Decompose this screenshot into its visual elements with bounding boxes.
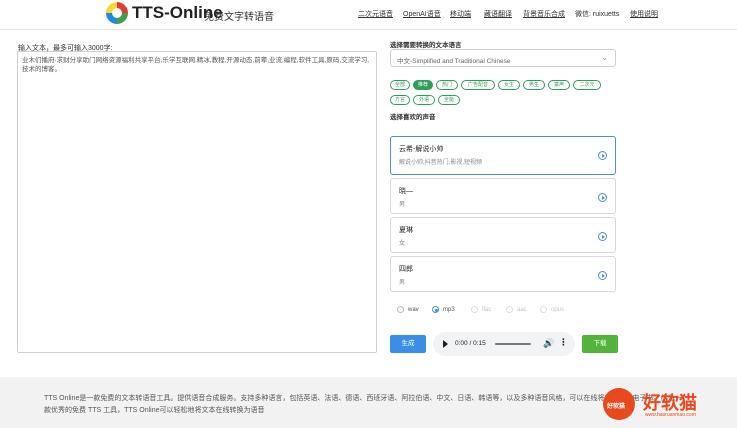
tag-ad-voice[interactable]: 广告配音 [461,80,495,90]
audio-time: 0:00 / 0:15 [455,340,486,347]
nav-bgm-mix[interactable]: 背景音乐合成 [523,9,565,19]
format-label: flac [482,307,492,314]
format-label: wav [408,307,419,314]
radio-icon [397,306,404,313]
format-aac[interactable]: aac [506,306,527,313]
audio-player[interactable]: 0:00 / 0:15 🔊 ⋮ [433,332,575,356]
voice-list[interactable]: 云希-解说小帅 解说小帅,抖音热门,影视,短视频 晓— 男 夏琳 女 四郎 男 [390,123,616,295]
tag-versatile[interactable]: 全能 [438,95,460,105]
voice-name: 四郎 [399,266,413,273]
nav-anime-voice[interactable]: 二次元语音 [358,9,393,19]
generate-button[interactable]: 生成 [390,335,426,353]
tag-foreign[interactable]: 外语 [413,95,435,105]
radio-icon [432,306,439,313]
volume-icon[interactable]: 🔊 [543,338,554,349]
tag-child[interactable]: 童声 [548,80,570,90]
format-mp3[interactable]: mp3 [432,306,455,313]
tag-female[interactable]: 女生 [498,80,520,90]
voice-option[interactable]: 夏琳 女 [390,217,616,253]
radio-icon [506,306,513,313]
watermark-logo: 好软猫 好软猫 www.haoruanmao.com [603,386,737,428]
voice-name: 晓— [399,188,413,195]
watermark-url: www.haoruanmao.com [645,412,696,418]
language-selected-value: 中文-Simplified and Traditional Chinese [397,58,511,65]
tag-male[interactable]: 男生 [523,80,545,90]
download-button[interactable]: 下载 [582,335,618,353]
radio-icon [540,306,547,313]
nav-instructions[interactable]: 使用说明 [630,9,658,19]
tag-dialect[interactable]: 方言 [390,95,410,105]
footer-description: TTS Online是一款免费的文本转语音工具。提供语音合成服务。支持多种语言，… [44,395,682,414]
format-flac[interactable]: flac [471,306,491,313]
radio-icon [471,306,478,313]
tag-all[interactable]: 全部 [390,80,410,90]
format-label: mp3 [443,307,455,314]
format-opus[interactable]: opus [540,306,564,313]
brand-subtitle: 免费文字转语音 [204,12,274,23]
tag-recommended[interactable]: 推荐 [413,80,433,90]
play-icon[interactable] [443,340,448,348]
more-options-icon[interactable]: ⋮ [559,337,568,348]
play-icon[interactable] [598,271,607,280]
format-wav[interactable]: wav [397,306,419,313]
audio-progress-bar[interactable] [495,343,531,345]
text-input-content: 业木们播府·求财分享助门网络资源福利共享平台,乐学互联网,精冰,教程,开源动态,… [22,57,370,73]
voice-desc: 男 [399,202,406,208]
voice-name: 云希-解说小帅 [399,146,444,153]
play-icon[interactable] [598,232,607,241]
play-icon[interactable] [598,151,607,160]
text-input-area[interactable]: 业木们播府·求财分享助门网络资源福利共享平台,乐学互联网,精冰,教程,开源动态,… [17,51,377,353]
language-label: 选择需要转换的文本语言 [390,42,462,49]
voice-option[interactable]: 云希-解说小帅 解说小帅,抖音热门,影视,短视频 [390,136,616,175]
voice-name: 夏琳 [399,227,413,234]
format-label: opus [551,307,565,314]
language-select[interactable]: 中文-Simplified and Traditional Chinese ⌄ [390,49,616,67]
watermark-small-text: 好软猫 [607,404,626,410]
wechat-contact: 微信: ruixuetts [575,11,620,18]
format-label: aac [517,307,527,314]
tag-anime[interactable]: 二次元 [573,80,601,90]
nav-mobile[interactable]: 移动端 [450,9,471,19]
chevron-down-icon: ⌄ [601,53,608,62]
voice-label: 选择喜欢的声音 [390,114,436,121]
play-icon[interactable] [598,193,607,202]
voice-desc: 解说小帅,抖音热门,影视,短视频 [399,160,483,166]
nav-tibetan-translate[interactable]: 藏语翻译 [484,9,512,19]
watermark-badge-icon: 好软猫 [603,388,635,420]
voice-desc: 女 [399,241,406,247]
top-header: TTS-Online 免费文字转语音 二次元语音 OpenAI语音 移动端 藏语… [0,0,737,30]
voice-option[interactable]: 晓— 男 [390,178,616,214]
logo-icon [106,2,128,24]
nav-openai-voice[interactable]: OpenAI语音 [403,9,441,19]
voice-desc: 男 [399,280,406,286]
voice-option[interactable]: 四郎 男 [390,256,616,292]
tag-popular[interactable]: 热门 [436,80,458,90]
